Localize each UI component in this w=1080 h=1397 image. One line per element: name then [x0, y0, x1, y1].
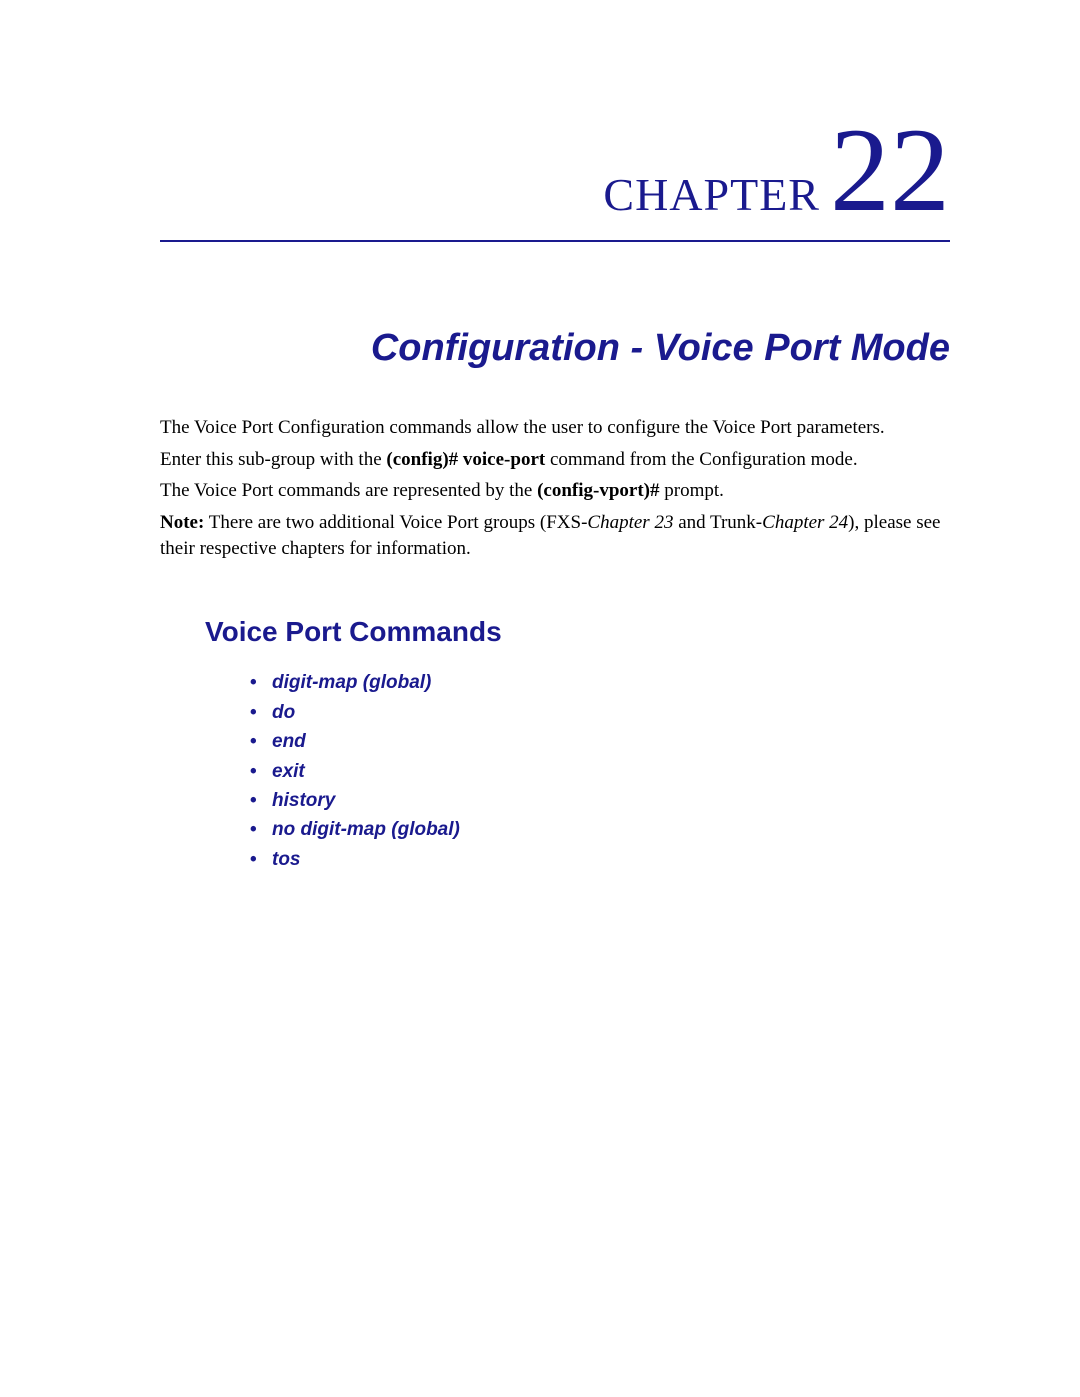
intro-paragraph-3: The Voice Port commands are represented …	[160, 478, 950, 504]
chapter-header: CHAPTER 22	[160, 110, 950, 230]
chapter-label: CHAPTER	[603, 168, 820, 221]
intro-paragraph-4: Note: There are two additional Voice Por…	[160, 510, 950, 561]
intro-paragraph-2: Enter this sub-group with the (config)# …	[160, 447, 950, 473]
list-item[interactable]: no digit-map (global)	[250, 815, 950, 844]
list-item[interactable]: digit-map (global)	[250, 668, 950, 697]
list-item[interactable]: tos	[250, 845, 950, 874]
header-divider	[160, 240, 950, 242]
list-item[interactable]: do	[250, 698, 950, 727]
section-heading: Voice Port Commands	[205, 616, 950, 648]
p4-b: and Trunk-	[673, 512, 762, 533]
list-item[interactable]: end	[250, 727, 950, 756]
chapter-title: Configuration - Voice Port Mode	[160, 327, 950, 370]
p3-pre: The Voice Port commands are represented …	[160, 480, 537, 501]
p2-post: command from the Configuration mode.	[545, 449, 857, 470]
intro-paragraphs: The Voice Port Configuration commands al…	[160, 415, 950, 561]
p4-italic1: Chapter 23	[587, 512, 673, 533]
chapter-number: 22	[830, 110, 950, 230]
p4-a: There are two additional Voice Port grou…	[204, 512, 587, 533]
p2-bold: (config)# voice-port	[386, 449, 545, 470]
intro-paragraph-1: The Voice Port Configuration commands al…	[160, 415, 950, 441]
command-list: digit-map (global) do end exit history n…	[250, 668, 950, 874]
p4-italic2: Chapter 24	[762, 512, 848, 533]
p3-post: prompt.	[660, 480, 724, 501]
p2-pre: Enter this sub-group with the	[160, 449, 386, 470]
note-label: Note:	[160, 512, 204, 533]
list-item[interactable]: history	[250, 786, 950, 815]
list-item[interactable]: exit	[250, 757, 950, 786]
p3-bold: (config-vport)#	[537, 480, 659, 501]
